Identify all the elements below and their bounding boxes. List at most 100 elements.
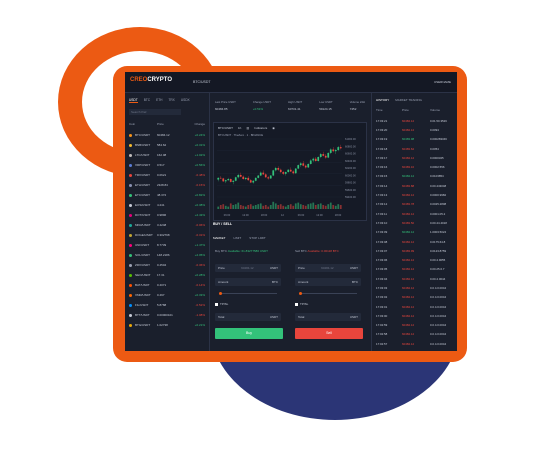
tab-stop-limit[interactable]: STOP LIMIT	[249, 236, 266, 240]
market-row[interactable]: DOGE/USDT 0.302798 -0.31%	[129, 230, 207, 240]
camera-icon[interactable]: ◉	[272, 126, 275, 130]
tab-btc[interactable]: BTC	[144, 98, 150, 103]
y-tick-label: 60800.00	[345, 144, 356, 148]
market-row[interactable]: XRP/USDT 0.517 +0.56%	[129, 160, 207, 170]
sell-amount-slider[interactable]	[299, 292, 357, 295]
market-row[interactable]: BTG/USDT 1.02738 +0.21%	[129, 320, 207, 330]
col-price: Price	[157, 122, 164, 126]
volume-bar	[339, 205, 342, 209]
market-row[interactable]: SOL/USDT 148.2186 +2.05%	[129, 250, 207, 260]
volume-bar	[322, 205, 325, 209]
market-row[interactable]: TRX/USDT 0.0621 -0.48%	[129, 170, 207, 180]
market-row[interactable]: BAT/USDT 0.4071 -0.14%	[129, 280, 207, 290]
volume-bar	[219, 205, 222, 209]
sell-total-field[interactable]: Total USDT	[295, 313, 361, 321]
sell-button[interactable]: Sell	[295, 328, 363, 339]
tab-eth[interactable]: ETH	[156, 98, 162, 103]
market-row[interactable]: XMR/USDT 0.497 +0.33%	[129, 290, 207, 300]
pair-name: TRX/USDT	[135, 173, 150, 177]
buy-amount-slider[interactable]	[219, 292, 277, 295]
market-row[interactable]: BNB/USDT 584.62 +0.31%	[129, 140, 207, 150]
market-row[interactable]: ETH/USDT 2328.84 -0.15%	[129, 180, 207, 190]
user-menu[interactable]: USERNAME	[434, 80, 451, 84]
candle-body	[222, 178, 225, 182]
pair-price: 48.372	[157, 193, 167, 197]
pair-name: BNB/USDT	[135, 143, 151, 147]
pair-change: +2.05%	[194, 253, 205, 257]
pair-change: -1.08%	[195, 313, 205, 317]
market-row[interactable]: ETC/USDT 48.372 +0.82%	[129, 190, 207, 200]
trade-volume: 0.000283346	[430, 137, 447, 142]
price-chart[interactable]: 61000.00 60800.00 60600.00 60400.00 60200.00…	[213, 122, 367, 221]
buy-price-field[interactable]: Price 60484.12 USDT	[215, 264, 281, 272]
trade-time: 17:03:11	[376, 211, 388, 216]
sell-amount-field[interactable]: Amount BTC	[295, 278, 361, 286]
slider-knob[interactable]	[219, 292, 222, 295]
x-tick-label: 06:00	[298, 213, 305, 217]
buy-total-field[interactable]: Total USDT	[215, 313, 281, 321]
market-row[interactable]: UNI/USDT 8.7739 +1.47%	[129, 240, 207, 250]
tab-usdx[interactable]: USDX	[181, 98, 190, 103]
trade-price: 60483.10	[402, 165, 415, 170]
volume-bar	[222, 204, 225, 209]
coin-icon	[129, 163, 132, 167]
candle-body	[294, 168, 297, 174]
sell-price-field[interactable]: Price 60484.12 USDT	[295, 264, 361, 272]
candlestick-chart: 61000.00 60800.00 60600.00 60400.00 60200.00…	[217, 137, 356, 217]
sell-tpsl-checkbox[interactable]: TP/SL	[295, 302, 308, 306]
market-row[interactable]: BTC/USDT 60484.12 +0.24%	[129, 130, 207, 140]
x-tick-label: 12:00	[242, 213, 249, 217]
pair-change: +0.82%	[194, 193, 205, 197]
stat-low: Low USDT 59124.15	[319, 100, 333, 111]
market-row[interactable]: BTT/USDT 0.00000101 -1.08%	[129, 310, 207, 320]
volume-bar	[292, 205, 295, 209]
pair-change: +0.56%	[194, 163, 205, 167]
history-row: 17:03:19 60483.98 0.000283346	[376, 135, 456, 144]
tab-limit[interactable]: LIMIT	[234, 236, 242, 240]
history-tabs: HISTORY MARKET TRADING	[376, 98, 422, 102]
tab-market[interactable]: MARKET	[213, 236, 226, 240]
app-logo[interactable]: CREOCRYPTO	[130, 77, 172, 83]
market-panel: USDT BTC ETH TRX USDX Search Pair Coin P…	[125, 92, 210, 351]
indicators-button[interactable]: Indicators	[254, 126, 267, 130]
coin-icon	[129, 193, 132, 197]
chart-pair[interactable]: BTC/USDT	[218, 126, 233, 130]
buy-button[interactable]: Buy	[215, 328, 283, 339]
interval-selector[interactable]: 1h	[238, 126, 241, 130]
market-row[interactable]: DOT/USDT 0.9896 +2.43%	[129, 210, 207, 220]
trade-volume: 0.00.4.9055	[430, 258, 446, 263]
slider-knob[interactable]	[299, 292, 302, 295]
buy-tpsl-checkbox[interactable]: TP/SL	[215, 302, 228, 306]
coin-icon	[129, 183, 132, 187]
trade-price: 60484.12	[402, 239, 415, 244]
trade-volume: 0.0025.2808	[430, 202, 447, 207]
market-row[interactable]: LTC/USDT 162.08 +1.02%	[129, 150, 207, 160]
current-pair[interactable]: BTC/USDT	[193, 80, 211, 84]
tab-usdt[interactable]: USDT	[129, 98, 138, 103]
candle-body	[339, 147, 342, 149]
tab-market-trading[interactable]: MARKET TRADING	[395, 98, 422, 102]
coin-icon	[129, 233, 132, 237]
pair-change: -0.14%	[195, 283, 205, 287]
volume-bar	[272, 201, 275, 209]
market-row[interactable]: EOS/USDT 4.241 +0.38%	[129, 200, 207, 210]
trade-price: 60484.12	[402, 267, 415, 272]
tab-history[interactable]: HISTORY	[376, 98, 389, 102]
market-row[interactable]: NEO/USDT 17.31 +0.28%	[129, 270, 207, 280]
trade-price: 60484.12	[402, 193, 415, 198]
market-row[interactable]: MKR/USDT 3.4248 -0.06%	[129, 220, 207, 230]
pair-search-input[interactable]: Search Pair	[129, 109, 181, 115]
coin-icon	[129, 293, 132, 297]
buy-amount-field[interactable]: Amount BTC	[215, 278, 281, 286]
market-row[interactable]: ZRX/USDT 0.4504 -0.36%	[129, 260, 207, 270]
coin-icon	[129, 303, 132, 307]
market-row[interactable]: FIL/USDT 5.8788 -0.52%	[129, 300, 207, 310]
trade-time: 17:03:01	[376, 304, 388, 309]
tab-trx[interactable]: TRX	[168, 98, 174, 103]
candles-icon[interactable]: ▥	[246, 126, 249, 130]
volume-bar	[254, 205, 257, 209]
trade-time: 17:03:02	[376, 295, 388, 300]
trade-price: 60484.12	[402, 276, 415, 281]
trade-time: 17:03:06	[376, 258, 388, 263]
history-row: 17:03:03 60484.12 0.0.4.0.0044	[376, 283, 456, 292]
